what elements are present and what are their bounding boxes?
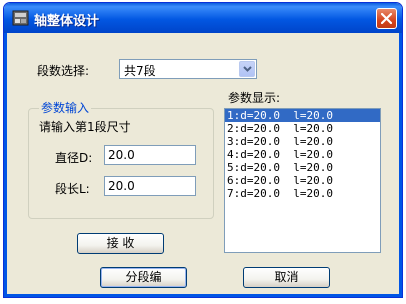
length-field[interactable]: [105, 177, 195, 195]
title-bar[interactable]: 轴整体设计: [4, 3, 402, 33]
app-icon: [12, 10, 29, 26]
window-title: 轴整体设计: [34, 14, 100, 29]
input-prompt: 请输入第1段尺寸: [39, 120, 131, 134]
list-item[interactable]: 7:d=20.0 l=20.0: [225, 187, 380, 200]
segment-count-value: 共7段: [124, 64, 156, 78]
list-item[interactable]: 6:d=20.0 l=20.0: [225, 174, 380, 187]
segment-count-dropdown[interactable]: 共7段: [119, 59, 257, 79]
diameter-field[interactable]: [105, 146, 195, 164]
list-item[interactable]: 5:d=20.0 l=20.0: [225, 161, 380, 174]
param-input-group-title: 参数输入: [39, 99, 92, 116]
length-field-box: [104, 176, 196, 196]
close-button[interactable]: [376, 8, 397, 29]
dialog-window: 轴整体设计 段数选择: 共7段 参数输入 请输入第1段尺寸 直径D: 段长L:: [3, 2, 403, 298]
list-item[interactable]: 1:d=20.0 l=20.0: [225, 109, 380, 122]
list-item[interactable]: 4:d=20.0 l=20.0: [225, 148, 380, 161]
param-display-list[interactable]: 1:d=20.0 l=20.0 2:d=20.0 l=20.0 3:d=20.0…: [224, 108, 381, 253]
segment-edit-button[interactable]: 分段编: [100, 267, 187, 288]
list-item[interactable]: 2:d=20.0 l=20.0: [225, 122, 380, 135]
list-item[interactable]: 3:d=20.0 l=20.0: [225, 135, 380, 148]
chevron-down-icon: [243, 66, 252, 72]
diameter-field-box: [104, 145, 196, 165]
param-display-label: 参数显示:: [228, 91, 281, 105]
close-icon: [381, 13, 392, 24]
dialog-content: 段数选择: 共7段 参数输入 请输入第1段尺寸 直径D: 段长L: 参数显示: …: [4, 33, 402, 297]
receive-button[interactable]: 接 收: [77, 233, 164, 254]
diameter-label: 直径D:: [55, 151, 93, 165]
dropdown-arrow-button[interactable]: [239, 61, 255, 77]
length-label: 段长L:: [55, 182, 90, 196]
segment-count-label: 段数选择:: [37, 64, 90, 78]
cancel-button[interactable]: 取消: [243, 267, 330, 288]
